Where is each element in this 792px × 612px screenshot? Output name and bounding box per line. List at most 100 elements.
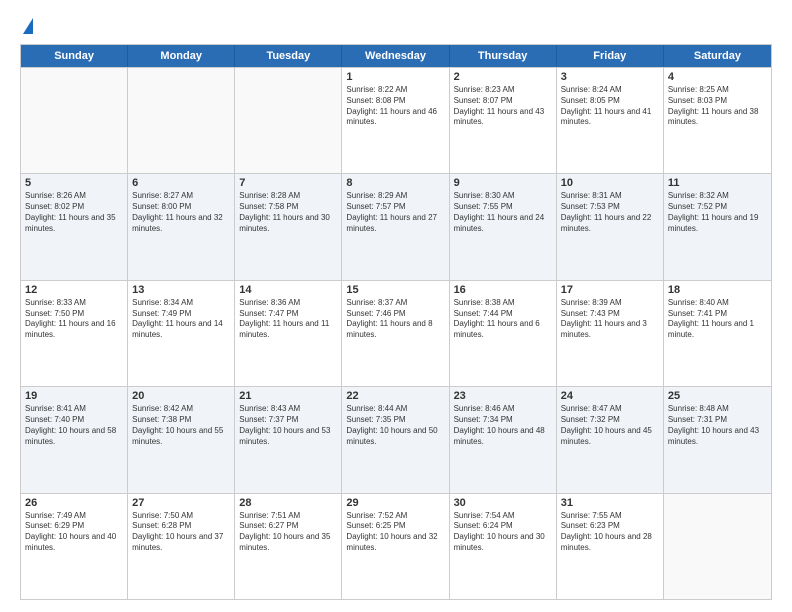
cell-info: Sunrise: 8:29 AM Sunset: 7:57 PM Dayligh… (346, 191, 444, 234)
cell-info: Sunrise: 8:41 AM Sunset: 7:40 PM Dayligh… (25, 404, 123, 447)
calendar-cell (21, 68, 128, 173)
page: SundayMondayTuesdayWednesdayThursdayFrid… (0, 0, 792, 612)
cell-info: Sunrise: 8:40 AM Sunset: 7:41 PM Dayligh… (668, 298, 767, 341)
cell-date: 13 (132, 284, 230, 296)
cell-date: 23 (454, 390, 552, 402)
cell-info: Sunrise: 8:23 AM Sunset: 8:07 PM Dayligh… (454, 85, 552, 128)
calendar-cell: 1 Sunrise: 8:22 AM Sunset: 8:08 PM Daylig… (342, 68, 449, 173)
cell-info: Sunrise: 7:54 AM Sunset: 6:24 PM Dayligh… (454, 511, 552, 554)
cell-date: 12 (25, 284, 123, 296)
calendar-cell: 19 Sunrise: 8:41 AM Sunset: 7:40 PM Dayli… (21, 387, 128, 492)
cell-date: 9 (454, 177, 552, 189)
calendar-week-4: 19 Sunrise: 8:41 AM Sunset: 7:40 PM Dayli… (21, 386, 771, 492)
cell-info: Sunrise: 8:37 AM Sunset: 7:46 PM Dayligh… (346, 298, 444, 341)
calendar: SundayMondayTuesdayWednesdayThursdayFrid… (20, 44, 772, 600)
calendar-cell: 29Sunrise: 7:52 AM Sunset: 6:25 PM Dayli… (342, 494, 449, 599)
cell-date: 29 (346, 497, 444, 509)
cell-info: Sunrise: 8:34 AM Sunset: 7:49 PM Dayligh… (132, 298, 230, 341)
calendar-cell: 10 Sunrise: 8:31 AM Sunset: 7:53 PM Dayli… (557, 174, 664, 279)
cell-date: 22 (346, 390, 444, 402)
calendar-cell: 4Sunrise: 8:25 AM Sunset: 8:03 PM Daylig… (664, 68, 771, 173)
calendar-week-5: 26Sunrise: 7:49 AM Sunset: 6:29 PM Dayli… (21, 493, 771, 599)
cell-date: 21 (239, 390, 337, 402)
cell-date: 18 (668, 284, 767, 296)
cell-date: 20 (132, 390, 230, 402)
calendar-cell: 17Sunrise: 8:39 AM Sunset: 7:43 PM Dayli… (557, 281, 664, 386)
calendar-cell: 27 Sunrise: 7:50 AM Sunset: 6:28 PM Dayli… (128, 494, 235, 599)
calendar-cell: 23 Sunrise: 8:46 AM Sunset: 7:34 PM Dayli… (450, 387, 557, 492)
cell-date: 30 (454, 497, 552, 509)
header-day-friday: Friday (557, 45, 664, 67)
cell-date: 10 (561, 177, 659, 189)
calendar-cell: 30 Sunrise: 7:54 AM Sunset: 6:24 PM Dayli… (450, 494, 557, 599)
cell-info: Sunrise: 8:28 AM Sunset: 7:58 PM Dayligh… (239, 191, 337, 234)
calendar-cell: 14 Sunrise: 8:36 AM Sunset: 7:47 PM Dayli… (235, 281, 342, 386)
calendar-week-2: 5 Sunrise: 8:26 AM Sunset: 8:02 PM Daylig… (21, 173, 771, 279)
cell-info: Sunrise: 8:46 AM Sunset: 7:34 PM Dayligh… (454, 404, 552, 447)
cell-date: 16 (454, 284, 552, 296)
calendar-cell: 22Sunrise: 8:44 AM Sunset: 7:35 PM Dayli… (342, 387, 449, 492)
calendar-cell: 15 Sunrise: 8:37 AM Sunset: 7:46 PM Dayli… (342, 281, 449, 386)
calendar-cell: 20 Sunrise: 8:42 AM Sunset: 7:38 PM Dayli… (128, 387, 235, 492)
calendar-cell: 25 Sunrise: 8:48 AM Sunset: 7:31 PM Dayli… (664, 387, 771, 492)
header-day-sunday: Sunday (21, 45, 128, 67)
cell-info: Sunrise: 8:31 AM Sunset: 7:53 PM Dayligh… (561, 191, 659, 234)
calendar-cell: 6 Sunrise: 8:27 AM Sunset: 8:00 PM Daylig… (128, 174, 235, 279)
cell-info: Sunrise: 7:55 AM Sunset: 6:23 PM Dayligh… (561, 511, 659, 554)
cell-info: Sunrise: 7:51 AM Sunset: 6:27 PM Dayligh… (239, 511, 337, 554)
cell-info: Sunrise: 8:27 AM Sunset: 8:00 PM Dayligh… (132, 191, 230, 234)
cell-date: 24 (561, 390, 659, 402)
header (20, 16, 772, 34)
cell-info: Sunrise: 8:39 AM Sunset: 7:43 PM Dayligh… (561, 298, 659, 341)
calendar-week-1: 1 Sunrise: 8:22 AM Sunset: 8:08 PM Daylig… (21, 67, 771, 173)
calendar-cell: 26Sunrise: 7:49 AM Sunset: 6:29 PM Dayli… (21, 494, 128, 599)
cell-date: 1 (346, 71, 444, 83)
cell-info: Sunrise: 8:30 AM Sunset: 7:55 PM Dayligh… (454, 191, 552, 234)
cell-info: Sunrise: 8:48 AM Sunset: 7:31 PM Dayligh… (668, 404, 767, 447)
calendar-cell (128, 68, 235, 173)
calendar-cell: 12 Sunrise: 8:33 AM Sunset: 7:50 PM Dayli… (21, 281, 128, 386)
cell-date: 27 (132, 497, 230, 509)
cell-info: Sunrise: 8:26 AM Sunset: 8:02 PM Dayligh… (25, 191, 123, 234)
calendar-cell: 31 Sunrise: 7:55 AM Sunset: 6:23 PM Dayli… (557, 494, 664, 599)
header-day-thursday: Thursday (450, 45, 557, 67)
cell-date: 3 (561, 71, 659, 83)
calendar-cell: 18 Sunrise: 8:40 AM Sunset: 7:41 PM Dayli… (664, 281, 771, 386)
calendar-cell: 3 Sunrise: 8:24 AM Sunset: 8:05 PM Daylig… (557, 68, 664, 173)
cell-date: 19 (25, 390, 123, 402)
cell-info: Sunrise: 8:36 AM Sunset: 7:47 PM Dayligh… (239, 298, 337, 341)
cell-info: Sunrise: 7:50 AM Sunset: 6:28 PM Dayligh… (132, 511, 230, 554)
calendar-cell: 16 Sunrise: 8:38 AM Sunset: 7:44 PM Dayli… (450, 281, 557, 386)
calendar-cell: 8 Sunrise: 8:29 AM Sunset: 7:57 PM Daylig… (342, 174, 449, 279)
calendar-cell (235, 68, 342, 173)
cell-info: Sunrise: 8:38 AM Sunset: 7:44 PM Dayligh… (454, 298, 552, 341)
cell-info: Sunrise: 8:42 AM Sunset: 7:38 PM Dayligh… (132, 404, 230, 447)
cell-date: 8 (346, 177, 444, 189)
cell-date: 7 (239, 177, 337, 189)
cell-date: 14 (239, 284, 337, 296)
calendar-week-3: 12 Sunrise: 8:33 AM Sunset: 7:50 PM Dayli… (21, 280, 771, 386)
cell-info: Sunrise: 8:32 AM Sunset: 7:52 PM Dayligh… (668, 191, 767, 234)
calendar-cell: 11 Sunrise: 8:32 AM Sunset: 7:52 PM Dayli… (664, 174, 771, 279)
calendar-cell: 24 Sunrise: 8:47 AM Sunset: 7:32 PM Dayli… (557, 387, 664, 492)
header-day-tuesday: Tuesday (235, 45, 342, 67)
cell-date: 15 (346, 284, 444, 296)
cell-date: 4 (668, 71, 767, 83)
cell-info: Sunrise: 8:33 AM Sunset: 7:50 PM Dayligh… (25, 298, 123, 341)
cell-date: 11 (668, 177, 767, 189)
calendar-cell: 21 Sunrise: 8:43 AM Sunset: 7:37 PM Dayli… (235, 387, 342, 492)
calendar-cell: 2Sunrise: 8:23 AM Sunset: 8:07 PM Daylig… (450, 68, 557, 173)
cell-date: 31 (561, 497, 659, 509)
logo (20, 16, 33, 34)
calendar-cell: 28Sunrise: 7:51 AM Sunset: 6:27 PM Dayli… (235, 494, 342, 599)
cell-date: 6 (132, 177, 230, 189)
calendar-body: 1 Sunrise: 8:22 AM Sunset: 8:08 PM Daylig… (21, 67, 771, 599)
header-day-wednesday: Wednesday (342, 45, 449, 67)
cell-info: Sunrise: 8:43 AM Sunset: 7:37 PM Dayligh… (239, 404, 337, 447)
cell-date: 25 (668, 390, 767, 402)
cell-info: Sunrise: 8:24 AM Sunset: 8:05 PM Dayligh… (561, 85, 659, 128)
cell-info: Sunrise: 8:22 AM Sunset: 8:08 PM Dayligh… (346, 85, 444, 128)
header-day-monday: Monday (128, 45, 235, 67)
cell-info: Sunrise: 8:47 AM Sunset: 7:32 PM Dayligh… (561, 404, 659, 447)
cell-date: 5 (25, 177, 123, 189)
